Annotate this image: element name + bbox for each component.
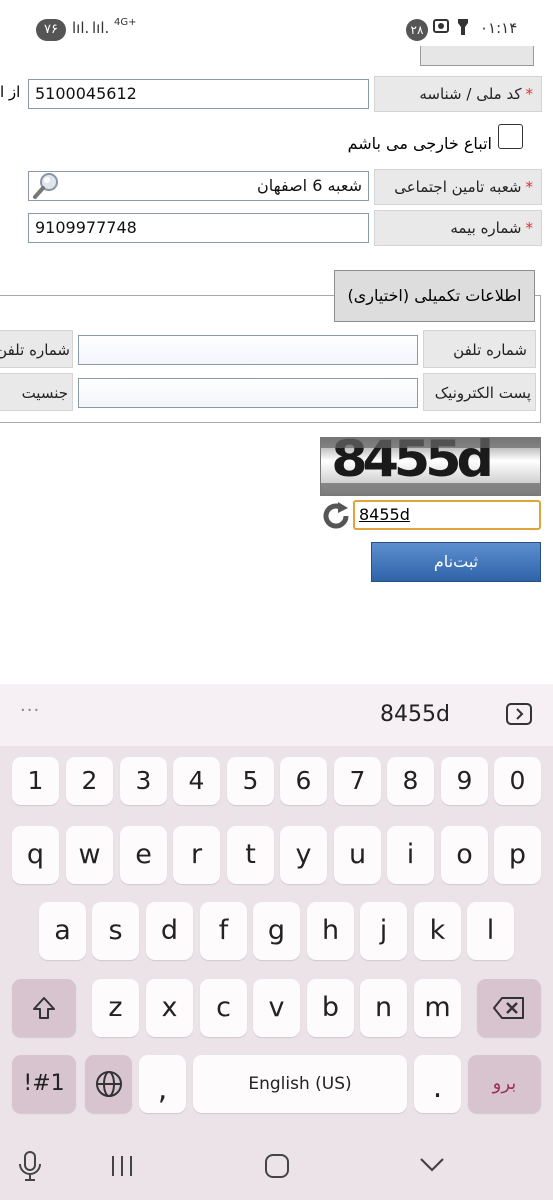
space-key[interactable]: English (US) [193, 1055, 407, 1113]
comma-key[interactable]: , [139, 1055, 186, 1113]
key-9[interactable]: 9 [441, 757, 488, 805]
key-8[interactable]: 8 [387, 757, 434, 805]
insurance-number-label: *شماره بیمه [374, 210, 542, 246]
key-6[interactable]: 6 [280, 757, 327, 805]
key-2[interactable]: 2 [66, 757, 113, 805]
insurance-number-input[interactable]: 9109977748 [28, 213, 369, 243]
key-r[interactable]: r [173, 826, 220, 884]
key-d[interactable]: d [146, 902, 193, 960]
collapse-keyboard-icon[interactable] [506, 703, 532, 729]
key-n[interactable]: n [360, 979, 407, 1037]
key-u[interactable]: u [334, 826, 381, 884]
recent-apps-icon[interactable] [110, 1154, 134, 1182]
suggestion-bar: ··· 8455d [0, 684, 553, 746]
key-x[interactable]: x [146, 979, 193, 1037]
suggestion-word[interactable]: 8455d [380, 702, 450, 727]
signal-icon-1: lıl. [72, 19, 90, 37]
national-id-input[interactable]: 5100045612 [28, 79, 369, 109]
key-a[interactable]: a [39, 902, 86, 960]
language-key[interactable] [85, 1055, 132, 1113]
backspace-key[interactable] [477, 979, 541, 1037]
microphone-icon[interactable] [17, 1150, 43, 1186]
key-4[interactable]: 4 [173, 757, 220, 805]
key-b[interactable]: b [307, 979, 354, 1037]
key-e[interactable]: e [120, 826, 167, 884]
symbols-key[interactable]: !#1 [12, 1055, 76, 1113]
key-t[interactable]: t [227, 826, 274, 884]
shift-icon [33, 997, 55, 1019]
more-options-icon[interactable]: ··· [20, 700, 40, 721]
key-p[interactable]: p [494, 826, 541, 884]
key-7[interactable]: 7 [334, 757, 381, 805]
key-k[interactable]: k [414, 902, 461, 960]
key-m[interactable]: m [414, 979, 461, 1037]
email-label: پست الکترونیک [423, 373, 536, 411]
mobile-label: شماره تلفن [0, 330, 73, 368]
branch-input[interactable]: شعبه 6 اصفهان [28, 171, 369, 201]
key-3[interactable]: 3 [120, 757, 167, 805]
signal-icon-2: lıl. [92, 19, 110, 37]
key-v[interactable]: v [253, 979, 300, 1037]
shift-key[interactable] [12, 979, 76, 1037]
optional-info-legend-button[interactable]: اطلاعات تکمیلی (اختیاری) [334, 270, 535, 322]
backspace-icon [493, 997, 524, 1019]
phone-input[interactable] [78, 335, 418, 365]
phone-label: شماره تلفن [423, 330, 536, 368]
captcha-image: 8455d [320, 437, 541, 496]
clock-time: ۰۱:۱۴ [480, 19, 518, 37]
foreign-national-label: اتباع خارجی می باشم [347, 134, 492, 153]
branch-value: شعبه 6 اصفهان [256, 176, 362, 195]
globe-icon [95, 1071, 122, 1097]
hide-keyboard-chevron-icon[interactable] [418, 1156, 446, 1178]
screen-record-icon [432, 17, 450, 39]
gender-label: جنسیت [0, 373, 73, 411]
email-input[interactable] [78, 378, 418, 408]
captcha-input-value: 8455d [359, 505, 410, 524]
lookup-search-icon[interactable] [30, 170, 62, 206]
branch-label: *شعبه تامین اجتماعی [374, 169, 542, 205]
register-button[interactable]: ثبت‌نام [371, 542, 541, 582]
captcha-input[interactable]: 8455d [353, 500, 541, 530]
register-button-label: ثبت‌نام [433, 552, 479, 571]
key-g[interactable]: g [253, 902, 300, 960]
key-j[interactable]: j [360, 902, 407, 960]
key-y[interactable]: y [280, 826, 327, 884]
key-o[interactable]: o [441, 826, 488, 884]
key-f[interactable]: f [200, 902, 247, 960]
key-w[interactable]: w [66, 826, 113, 884]
key-1[interactable]: 1 [12, 757, 59, 805]
go-key[interactable]: برو [468, 1055, 541, 1113]
battery-badge: ۷۶ [36, 19, 66, 41]
refresh-captcha-icon[interactable] [320, 500, 352, 536]
national-id-label: *کد ملی / شناسه [374, 76, 542, 112]
flashlight-icon [456, 17, 470, 41]
navigation-bar [0, 1138, 553, 1200]
foreign-national-checkbox[interactable] [498, 124, 523, 149]
clipped-side-label: از ا [0, 83, 21, 101]
period-key[interactable]: . [414, 1055, 461, 1113]
home-icon[interactable] [264, 1153, 290, 1183]
key-i[interactable]: i [387, 826, 434, 884]
key-s[interactable]: s [92, 902, 139, 960]
key-h[interactable]: h [307, 902, 354, 960]
notification-count-badge: ۲۸ [406, 19, 428, 41]
key-l[interactable]: l [467, 902, 514, 960]
key-z[interactable]: z [92, 979, 139, 1037]
network-type: 4G+ [114, 17, 137, 28]
previous-button[interactable] [420, 46, 534, 66]
key-0[interactable]: 0 [494, 757, 541, 805]
optional-info-title: اطلاعات تکمیلی (اختیاری) [347, 286, 522, 305]
key-5[interactable]: 5 [227, 757, 274, 805]
key-q[interactable]: q [12, 826, 59, 884]
key-c[interactable]: c [200, 979, 247, 1037]
